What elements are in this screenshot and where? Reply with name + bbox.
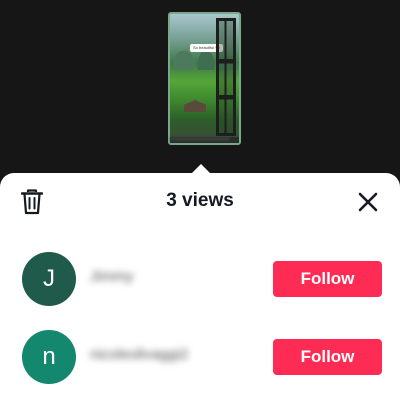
- story-sublabel: [170, 137, 230, 141]
- story-thumbnail[interactable]: So beautiful 😍: [168, 12, 241, 145]
- avatar[interactable]: J: [22, 252, 76, 306]
- viewer-row[interactable]: n nicoleolivaggi2 Follow: [0, 330, 400, 386]
- follow-button[interactable]: Follow: [273, 261, 382, 297]
- viewer-username[interactable]: nicoleolivaggi2: [90, 346, 188, 363]
- avatar-initial: n: [42, 343, 56, 370]
- avatar-initial: J: [43, 265, 55, 292]
- follow-button[interactable]: Follow: [273, 339, 382, 375]
- close-button[interactable]: [356, 190, 380, 214]
- avatar[interactable]: n: [22, 330, 76, 384]
- viewer-username[interactable]: Jimmy: [90, 268, 133, 285]
- story-house: [184, 100, 206, 112]
- story-window-frame: [216, 18, 236, 136]
- viewer-row[interactable]: J Jimmy Follow: [0, 252, 400, 308]
- close-icon: [358, 192, 378, 212]
- sheet-title: 3 views: [166, 190, 234, 211]
